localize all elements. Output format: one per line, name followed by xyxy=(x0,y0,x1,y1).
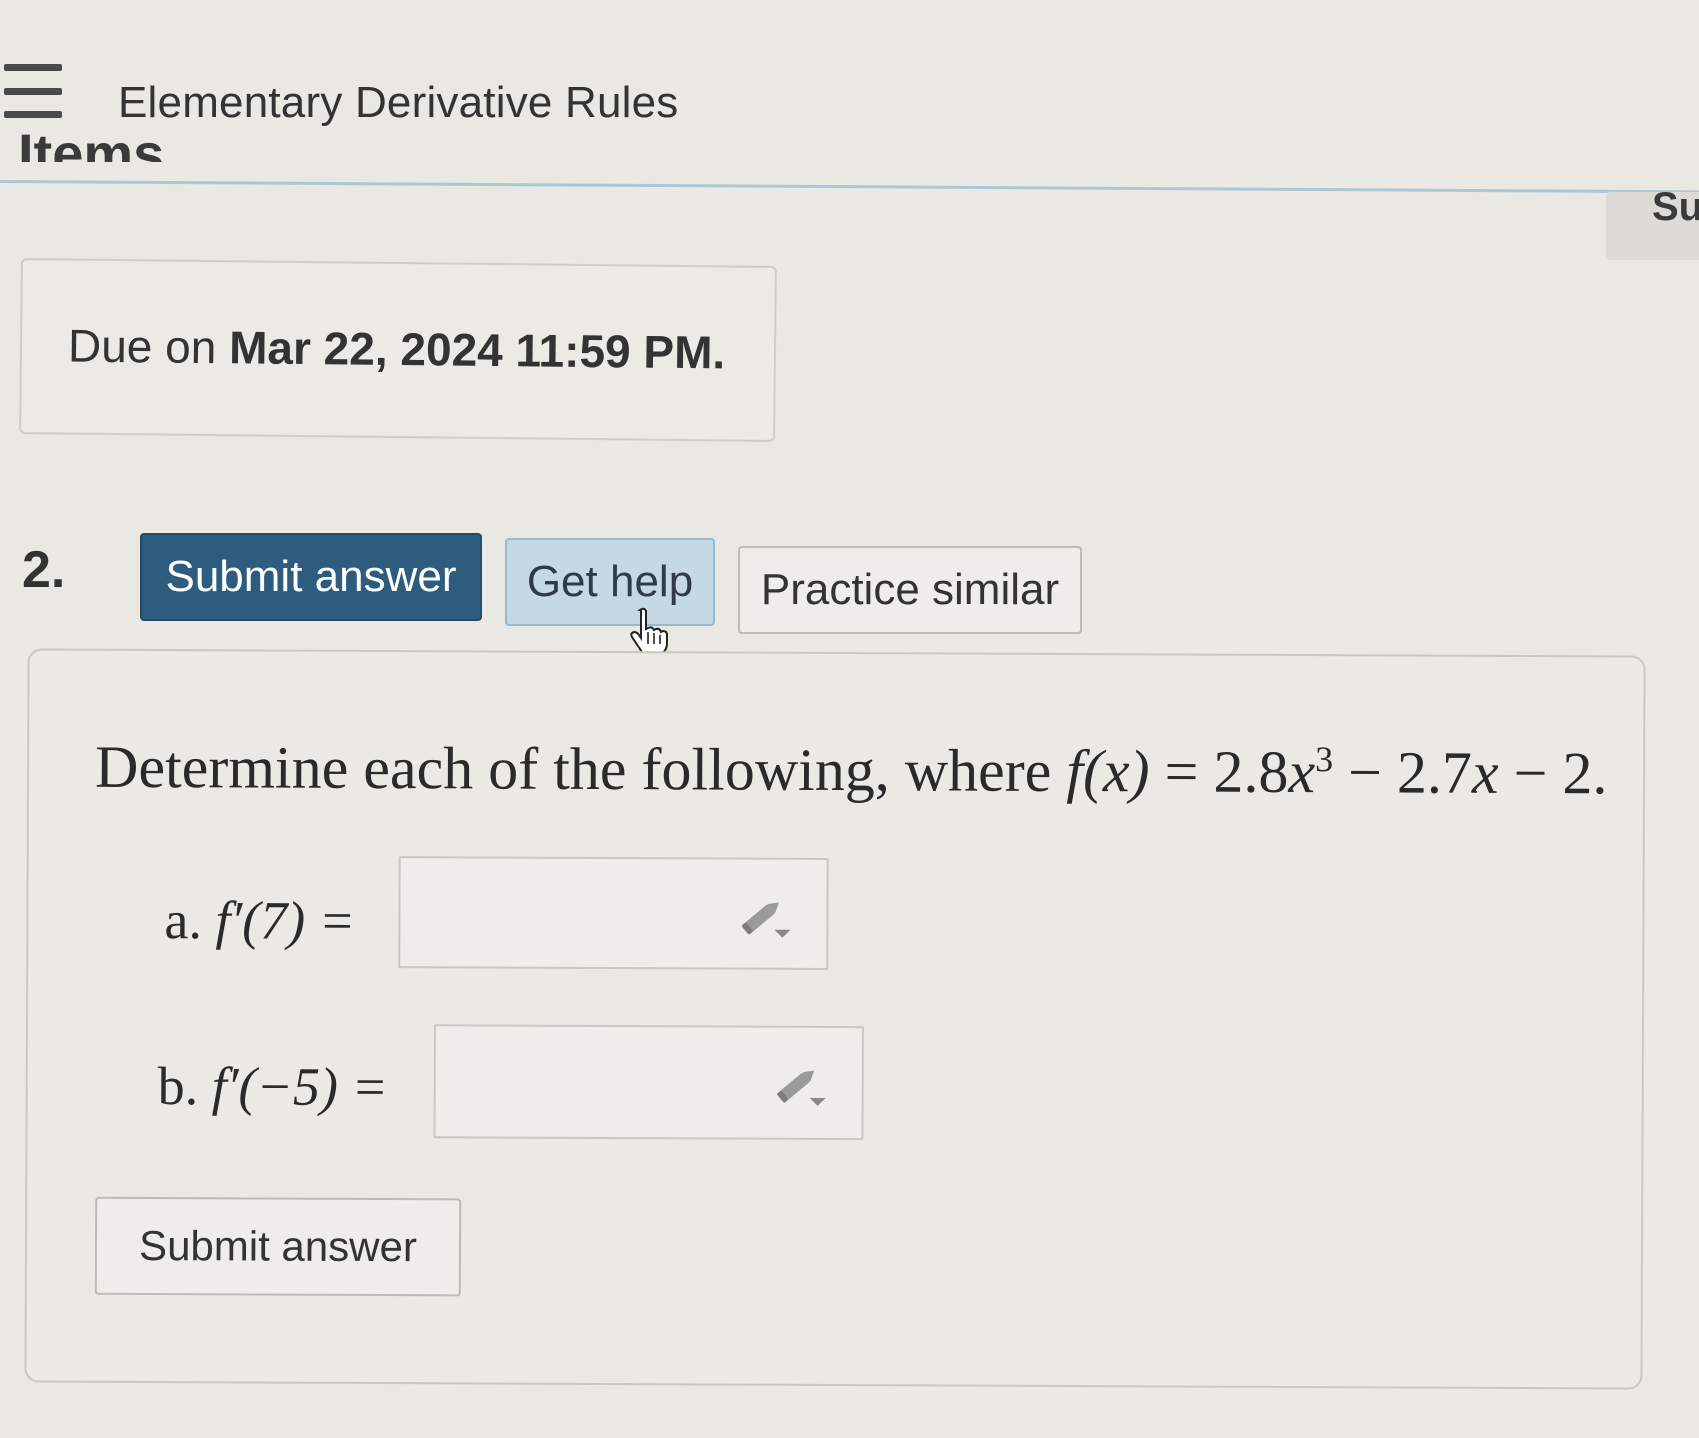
due-date: Mar 22, 2024 11:59 PM. xyxy=(228,321,726,379)
items-heading: Items xyxy=(18,122,165,162)
due-date-text: Due on Mar 22, 2024 11:59 PM. xyxy=(68,319,726,380)
answer-input-b[interactable] xyxy=(433,1024,864,1141)
bottom-submit-answer-button[interactable]: Submit answer xyxy=(94,1196,462,1297)
part-b-letter: b. xyxy=(157,1056,199,1117)
function-variable: x xyxy=(1288,738,1316,806)
question-prompt: Determine each of the following, where f… xyxy=(95,733,1608,809)
part-b-expression: f′(−5) = xyxy=(211,1056,389,1118)
answer-input-a[interactable] xyxy=(398,856,829,970)
due-date-panel: Due on Mar 22, 2024 11:59 PM. xyxy=(19,258,777,442)
function-name: f(x) xyxy=(1066,738,1150,805)
prompt-text: Determine each of the following, where xyxy=(94,733,1067,805)
hand-cursor-icon xyxy=(630,607,668,656)
due-prefix: Due on xyxy=(67,319,217,374)
question-number: 2. xyxy=(22,541,66,599)
function-term-1: = 2.8 xyxy=(1149,738,1289,805)
function-variable-2: x xyxy=(1471,739,1499,806)
assignment-title: Elementary Derivative Rules xyxy=(118,78,679,127)
part-a-expression: f′(7) = xyxy=(215,890,356,951)
function-term-2: − 2.7 xyxy=(1332,739,1473,806)
question-card: Determine each of the following, where f… xyxy=(24,648,1646,1390)
side-tab[interactable]: Su xyxy=(1606,192,1699,260)
part-a-label: a. f′(7) = xyxy=(164,889,355,952)
practice-similar-button[interactable]: Practice similar xyxy=(738,546,1082,634)
function-exponent: 3 xyxy=(1315,739,1334,780)
submit-answer-button[interactable]: Submit answer xyxy=(140,533,482,621)
pencil-dropdown-icon[interactable] xyxy=(776,1064,832,1108)
function-term-3: − 2. xyxy=(1498,739,1608,807)
part-b-label: b. f′(−5) = xyxy=(158,1055,388,1118)
get-help-button[interactable]: Get help xyxy=(505,538,715,626)
pencil-dropdown-icon[interactable] xyxy=(740,896,796,940)
top-bar: Elementary Derivative Rules xyxy=(0,0,1699,200)
part-a-letter: a. xyxy=(164,890,203,951)
